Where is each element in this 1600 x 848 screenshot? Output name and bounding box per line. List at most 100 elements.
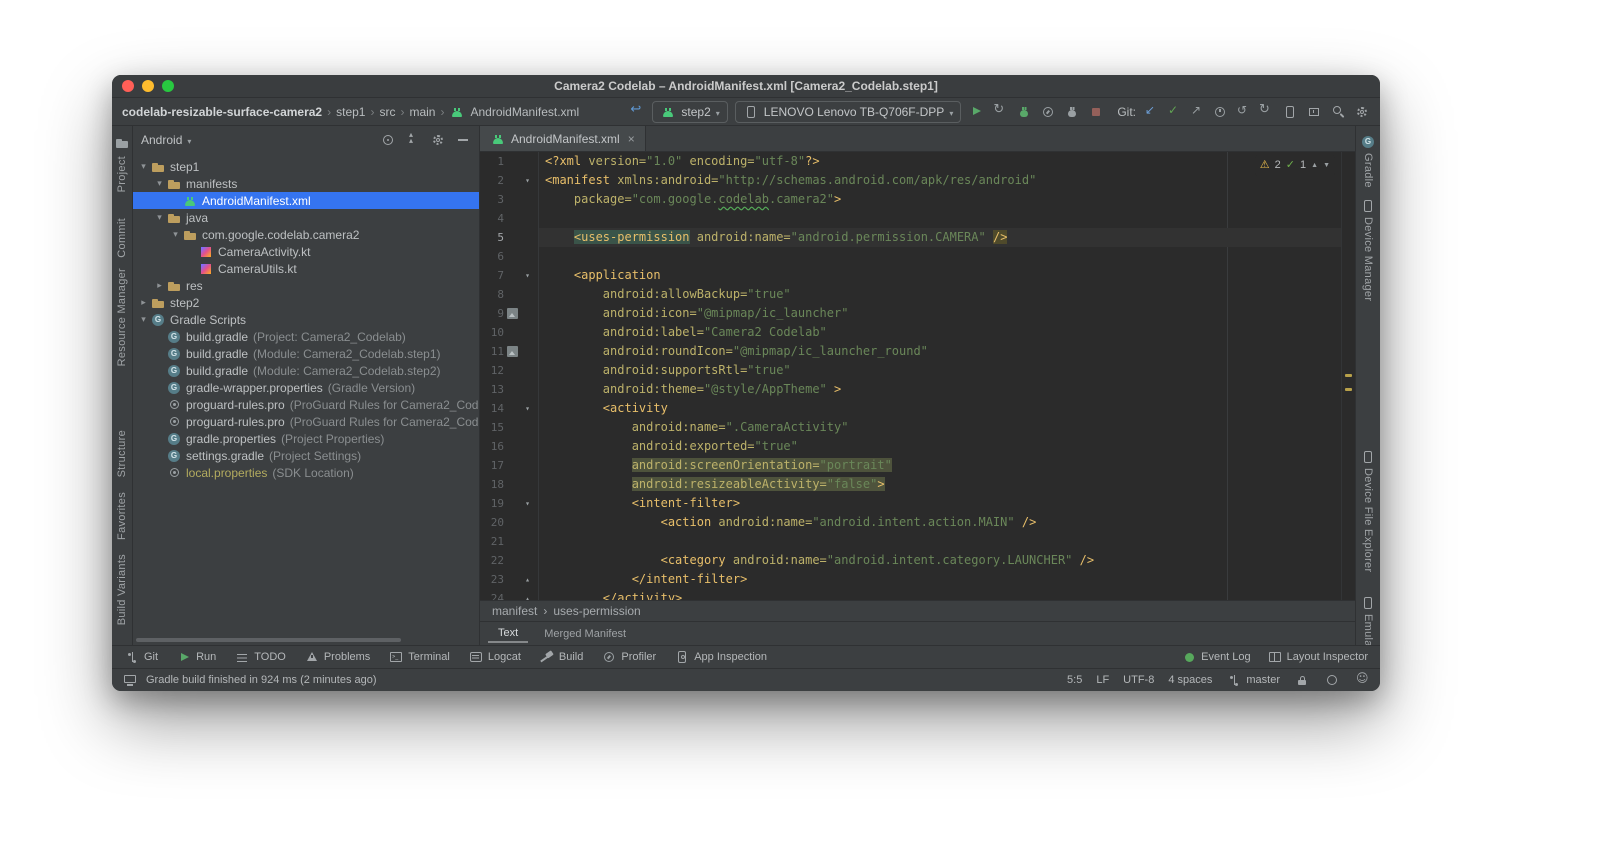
previous-issue-button[interactable] [1311,156,1318,175]
chevron-down-icon[interactable] [187,133,191,147]
tool-button-event-log[interactable]: Event Log [1181,649,1251,665]
background-tasks-icon[interactable] [1324,672,1340,688]
fold-icon[interactable]: ▾ [521,399,534,418]
code-editor[interactable]: 1 <?xml version="1.0" encoding="utf-8"?> 2… [480,152,1355,600]
breadcrumb-item[interactable]: AndroidManifest.xml [470,105,579,119]
next-issue-button[interactable] [1323,156,1330,175]
device-manager-icon[interactable] [1360,198,1376,214]
code-line[interactable]: 19 ▾ <intent-filter> [480,494,1355,513]
code-line[interactable]: 3 package="com.google.codelab.camera2"> [480,190,1355,209]
device-file-explorer-icon[interactable] [1360,449,1376,465]
fold-icon[interactable]: ▴ [521,589,534,600]
vcs-commit-button[interactable] [1166,103,1182,120]
device-select[interactable]: LENOVO Lenovo TB-Q706F-DPP [734,100,962,123]
tree-expanded-arrow-icon[interactable]: ▾ [153,178,166,189]
inspections-widget[interactable]: 2 1 [1254,155,1335,176]
code-line[interactable]: 1 <?xml version="1.0" encoding="utf-8"?> [480,152,1355,171]
titlebar[interactable]: Camera2 Codelab – AndroidManifest.xml [C… [112,75,1380,98]
close-icon[interactable] [628,132,635,146]
drawable-preview-icon[interactable] [506,307,519,320]
tool-button-resource-manager[interactable]: Resource Manager [116,268,128,366]
write-access-icon[interactable] [1294,672,1310,688]
code-line[interactable]: 8 android:allowBackup="true" [480,285,1355,304]
search-everywhere-button[interactable] [1330,104,1346,120]
gradle-sync-button[interactable] [1258,102,1274,120]
tool-button-profiler[interactable]: Profiler [601,649,656,665]
sdk-manager-button[interactable] [1306,104,1322,120]
tree-item[interactable]: build.gradle (Module: Camera2_Codelab.ste… [133,362,479,379]
tree-item[interactable]: local.properties (SDK Location) [133,464,479,481]
tool-button-gradle[interactable]: Gradle [1362,153,1374,188]
code-line[interactable]: 5 <uses-permission android:name="android… [480,228,1355,247]
tree-item[interactable]: gradle.properties (Project Properties) [133,430,479,447]
code-line[interactable]: 4 [480,209,1355,228]
code-line[interactable]: 2 ▾ <manifest xmlns:android="http://schema… [480,171,1355,190]
tab-merged-manifest[interactable]: Merged Manifest [534,626,636,642]
code-line[interactable]: 16 android:exported="true" [480,437,1355,456]
tool-button-git[interactable]: Git [124,649,158,665]
tool-button-problems[interactable]: Problems [304,649,370,665]
tree-item[interactable]: build.gradle (Project: Camera2_Codelab) [133,328,479,345]
fold-icon[interactable]: ▾ [521,494,534,513]
tool-button-project[interactable]: Project [116,156,128,192]
breadcrumb-item[interactable]: manifest [492,604,537,618]
breadcrumb-item[interactable]: uses-permission [553,604,640,618]
tool-button-todo[interactable]: TODO [234,649,286,665]
tool-button-favorites[interactable]: Favorites [116,492,128,540]
drawable-preview-icon[interactable] [506,345,519,358]
fold-icon[interactable]: ▾ [521,266,534,285]
settings-button[interactable] [1354,104,1370,120]
warning-stripe-mark[interactable] [1345,374,1352,377]
tree-collapsed-arrow-icon[interactable]: ▸ [153,280,166,291]
tool-button-emulator[interactable]: Emulator [1362,614,1374,645]
tree-expanded-arrow-icon[interactable]: ▾ [153,212,166,223]
code-line[interactable]: 10 android:label="Camera2 Codelab" [480,323,1355,342]
tree-collapsed-arrow-icon[interactable]: ▸ [137,297,150,308]
tree-item[interactable]: ▾ com.google.codelab.camera2 [133,226,479,243]
tree-item[interactable]: CameraUtils.kt [133,260,479,277]
tree-item[interactable]: CameraActivity.kt [133,243,479,260]
minimize-window-button[interactable] [142,80,154,92]
code-line[interactable]: 21 [480,532,1355,551]
line-separator[interactable]: LF [1096,674,1109,686]
tree-item[interactable]: ▾ step1 [133,158,479,175]
zoom-window-button[interactable] [162,80,174,92]
code-line[interactable]: 17 android:screenOrientation="portrait" [480,456,1355,475]
tool-button-build[interactable]: Build [539,649,583,665]
vcs-update-button[interactable] [1143,103,1159,120]
emulator-icon[interactable] [1360,595,1376,611]
tree-item[interactable]: ▸ step2 [133,294,479,311]
tree-item[interactable]: AndroidManifest.xml [133,192,479,209]
vcs-rollback-button[interactable] [1235,103,1251,120]
tool-button-app-inspection[interactable]: App Inspection [674,649,767,665]
code-line[interactable]: 11 android:roundIcon="@mipmap/ic_launche… [480,342,1355,361]
tool-button-layout-inspector[interactable]: Layout Inspector [1267,649,1368,665]
code-line[interactable]: 20 <action android:name="android.intent.… [480,513,1355,532]
tree-item[interactable]: gradle-wrapper.properties (Gradle Version… [133,379,479,396]
close-window-button[interactable] [122,80,134,92]
tree-item[interactable]: ▸ res [133,277,479,294]
profile-button[interactable] [1040,104,1056,120]
breadcrumb-item[interactable]: src [379,105,395,119]
run-configuration-select[interactable]: step2 [652,100,728,123]
code-line[interactable]: 18 android:resizeableActivity="false"> [480,475,1355,494]
tree-item[interactable]: proguard-rules.pro (ProGuard Rules for Ca… [133,413,479,430]
tree-item[interactable]: build.gradle (Module: Camera2_Codelab.ste… [133,345,479,362]
project-view-selector[interactable]: Android [141,133,182,147]
device-manager-button[interactable] [1282,104,1298,120]
feedback-smiley-icon[interactable] [1354,671,1370,688]
attach-debugger-button[interactable] [1064,104,1080,120]
code-line[interactable]: 23 ▴ </intent-filter> [480,570,1355,589]
run-button[interactable] [968,104,984,120]
caret-position[interactable]: 5:5 [1067,674,1082,686]
tool-button-commit[interactable]: Commit [116,218,128,258]
tab-text[interactable]: Text [488,625,529,643]
stop-button[interactable] [1088,104,1104,120]
project-tool-icon[interactable] [114,135,130,151]
hide-panel-button[interactable] [455,132,471,148]
breadcrumb-item[interactable]: step1 [336,105,365,119]
apply-changes-button[interactable] [992,102,1008,120]
locate-file-button[interactable] [380,132,396,148]
code-line[interactable]: 9 android:icon="@mipmap/ic_launcher" [480,304,1355,323]
git-branch[interactable]: master [1226,672,1280,688]
